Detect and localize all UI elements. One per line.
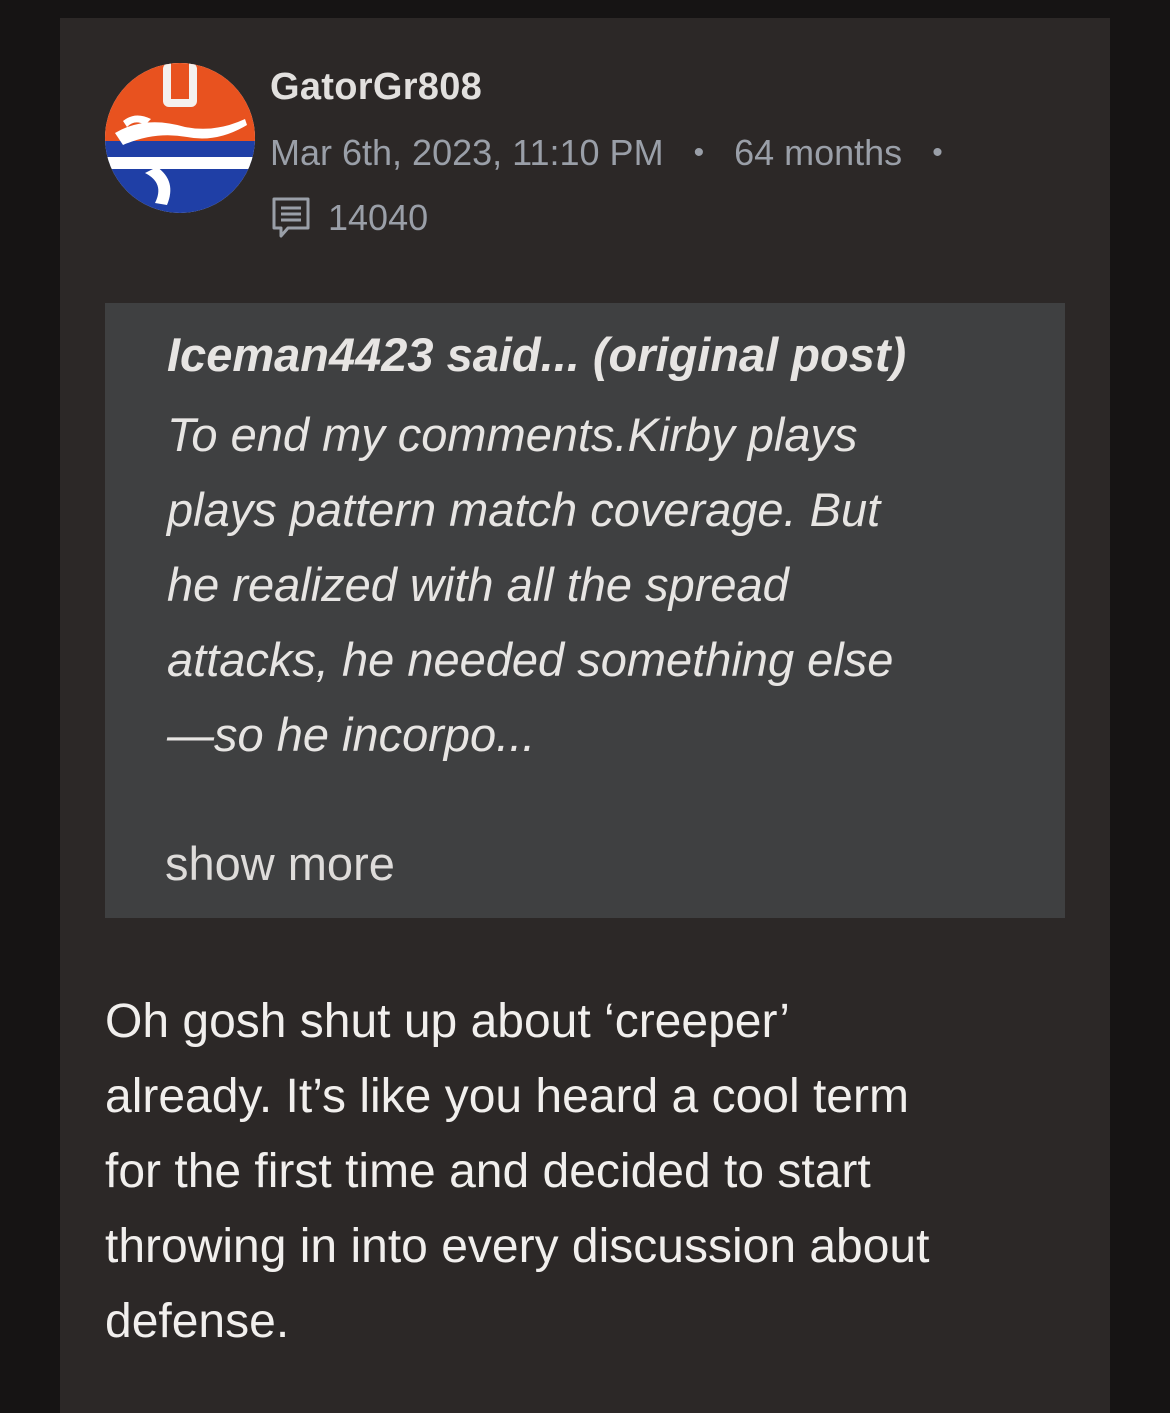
meta-separator: • (693, 136, 705, 169)
quote-line: attacks, he needed something else (167, 633, 894, 686)
body-line: for the first time and decided to start (105, 1145, 871, 1198)
post-meta: Mar 6th, 2023, 11:10 PM • 64 months • (270, 132, 973, 174)
post-count: 14040 (270, 196, 428, 240)
quote-block: Iceman4423 said... (original post) To en… (105, 303, 1065, 918)
quote-title[interactable]: Iceman4423 said... (original post) (167, 327, 906, 382)
document-icon (270, 196, 314, 240)
post-timestamp: Mar 6th, 2023, 11:10 PM (270, 132, 664, 173)
quote-line: he realized with all the spread (167, 558, 789, 611)
username[interactable]: GatorGr808 (270, 66, 482, 109)
avatar[interactable] (105, 63, 255, 213)
florida-gators-logo-icon (105, 63, 255, 213)
body-line: already. It’s like you heard a cool term (105, 1070, 909, 1123)
quote-text: To end my comments.Kirby plays plays pat… (167, 397, 1027, 772)
meta-separator: • (932, 136, 943, 169)
member-tenure: 64 months (734, 132, 903, 173)
body-line: Oh gosh shut up about ‘creeper’ (105, 995, 790, 1048)
quote-line: plays pattern match coverage. But (167, 483, 881, 536)
body-line: throwing in into every discussion about (105, 1220, 930, 1273)
quote-line: To end my comments.Kirby plays (167, 408, 858, 461)
body-line: defense. (105, 1295, 290, 1348)
show-more-link[interactable]: show more (165, 836, 395, 891)
post-card: GatorGr808 Mar 6th, 2023, 11:10 PM • 64 mo… (60, 18, 1110, 1413)
post-body: Oh gosh shut up about ‘creeper’ already.… (105, 984, 1065, 1359)
post-count-value: 14040 (328, 197, 429, 238)
quote-line: —so he incorpo... (167, 708, 536, 761)
